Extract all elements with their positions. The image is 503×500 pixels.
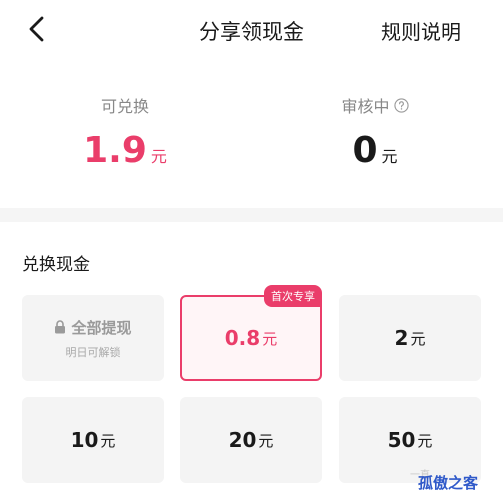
- rules-link[interactable]: 规则说明: [381, 16, 461, 45]
- option-unit: 元: [410, 329, 426, 348]
- first-exclusive-badge: 首次专享: [264, 285, 322, 307]
- option-0-8[interactable]: 首次专享 0.8 元: [180, 285, 322, 381]
- available-stat: 可兑换 1.9 元: [0, 94, 250, 176]
- nav-bar: 分享领现金 规则说明: [0, 0, 503, 62]
- question-mark-icon[interactable]: [393, 97, 409, 113]
- option-value: 0.8: [224, 326, 261, 350]
- review-amount: 0 元: [250, 130, 500, 176]
- option-10[interactable]: 10 元: [22, 397, 164, 483]
- option-unit: 元: [262, 329, 278, 348]
- option-unit: 元: [258, 431, 274, 450]
- withdraw-all-line: 全部提现: [54, 317, 132, 338]
- lock-icon: [55, 320, 66, 334]
- review-unit: 元: [381, 147, 398, 166]
- review-label: 审核中: [341, 97, 390, 116]
- available-unit: 元: [150, 147, 167, 166]
- available-value: 1.9: [83, 130, 147, 171]
- withdraw-all-label: 全部提现: [71, 318, 132, 337]
- unlock-hint: 明日可解锁: [65, 345, 121, 359]
- watermark-text: 孤傲之客: [418, 474, 479, 492]
- option-2[interactable]: 2 元: [339, 295, 481, 381]
- review-value: 0: [352, 130, 378, 171]
- review-label-row: 审核中: [250, 94, 500, 116]
- section-divider: [0, 208, 503, 222]
- option-20[interactable]: 20 元: [180, 397, 322, 483]
- option-unit: 元: [100, 431, 116, 450]
- review-stat: 审核中 0 元: [250, 94, 500, 176]
- option-value: 50: [387, 428, 416, 452]
- option-value: 20: [228, 428, 257, 452]
- available-label: 可兑换: [100, 97, 149, 116]
- section-title: 兑换现金: [22, 255, 90, 275]
- withdraw-all-option[interactable]: 全部提现 明日可解锁: [22, 295, 164, 381]
- option-value: 2: [394, 326, 409, 350]
- option-value: 10: [70, 428, 99, 452]
- available-amount: 1.9 元: [0, 130, 250, 176]
- option-unit: 元: [417, 431, 433, 450]
